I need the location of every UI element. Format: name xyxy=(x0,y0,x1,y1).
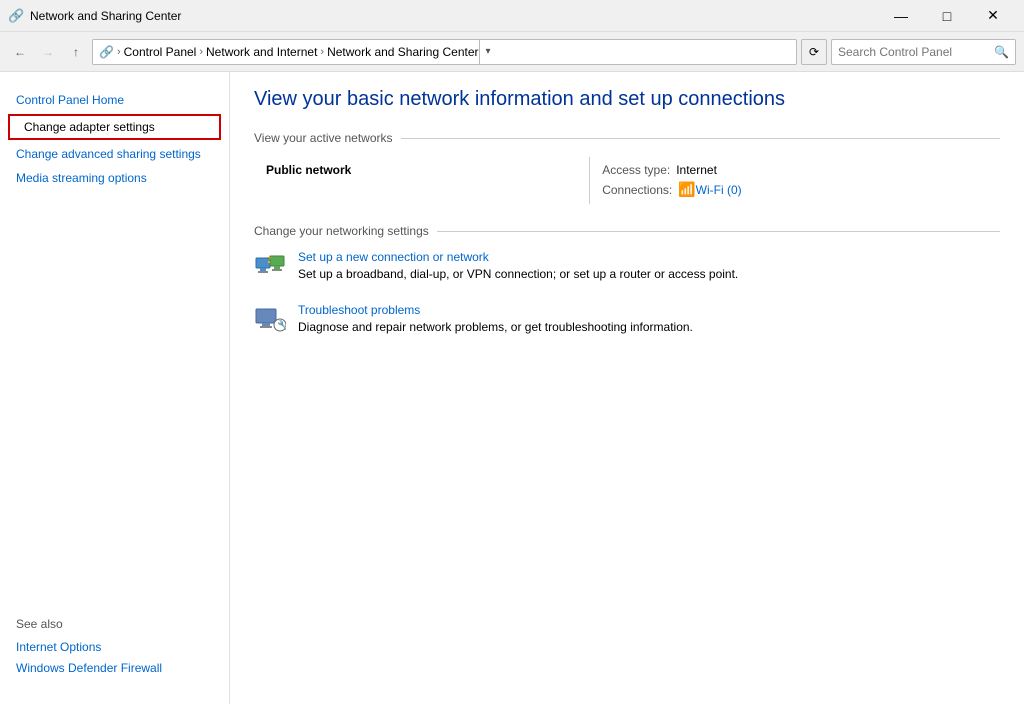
active-networks-header: View your active networks xyxy=(254,131,1000,145)
section-divider xyxy=(401,138,1000,139)
new-connection-desc: Set up a broadband, dial-up, or VPN conn… xyxy=(298,267,738,281)
troubleshoot-link[interactable]: Troubleshoot problems xyxy=(298,303,1000,317)
wifi-link[interactable]: Wi-Fi (0) xyxy=(696,183,742,197)
access-type-value: Internet xyxy=(676,163,717,177)
new-connection-item: + Set up a new connection or network Set… xyxy=(254,250,1000,283)
network-table: Public network Access type: Internet Con… xyxy=(254,157,1000,204)
svg-text:+: + xyxy=(267,253,272,262)
troubleshoot-item: 🔧 Troubleshoot problems Diagnose and rep… xyxy=(254,303,1000,336)
close-button[interactable]: ✕ xyxy=(970,0,1016,32)
new-connection-link[interactable]: Set up a new connection or network xyxy=(298,250,1000,264)
refresh-button[interactable]: ⟳ xyxy=(801,39,827,65)
see-also-internet-options[interactable]: Internet Options xyxy=(16,637,213,659)
maximize-button[interactable]: □ xyxy=(924,0,970,32)
troubleshoot-text: Troubleshoot problems Diagnose and repai… xyxy=(298,303,1000,336)
search-icon: 🔍 xyxy=(994,45,1009,59)
window-controls: — □ ✕ xyxy=(878,0,1016,32)
address-bar: ← → ↑ 🔗 › Control Panel › Network and In… xyxy=(0,32,1024,72)
networking-settings-label: Change your networking settings xyxy=(254,224,429,238)
section-divider-2 xyxy=(437,231,1000,232)
search-input[interactable] xyxy=(838,45,994,59)
address-path: 🔗 › Control Panel › Network and Internet… xyxy=(92,39,797,65)
sidebar-item-change-advanced[interactable]: Change advanced sharing settings xyxy=(0,142,229,166)
path-dropdown-button[interactable]: ▾ xyxy=(479,39,497,65)
up-button[interactable]: ↑ xyxy=(64,40,88,64)
path-icon: 🔗 xyxy=(99,45,114,59)
access-type-label: Access type: xyxy=(602,163,670,177)
window-title: Network and Sharing Center xyxy=(30,9,878,23)
see-also-title: See also xyxy=(16,617,213,631)
troubleshoot-icon: 🔧 xyxy=(254,303,286,335)
see-also-windows-firewall[interactable]: Windows Defender Firewall xyxy=(16,658,213,680)
page-title: View your basic network information and … xyxy=(254,88,1000,111)
sidebar-item-change-adapter[interactable]: Change adapter settings xyxy=(8,114,221,140)
new-connection-icon: + xyxy=(254,250,286,282)
path-network-sharing[interactable]: Network and Sharing Center xyxy=(327,45,478,59)
forward-button[interactable]: → xyxy=(36,40,60,64)
new-connection-text: Set up a new connection or network Set u… xyxy=(298,250,1000,283)
active-networks-label: View your active networks xyxy=(254,131,393,145)
sidebar-item-media-streaming[interactable]: Media streaming options xyxy=(0,166,229,190)
wifi-bars-icon: 📶 xyxy=(678,181,695,198)
app-icon: 🔗 xyxy=(8,8,24,24)
main-container: Control Panel Home Change adapter settin… xyxy=(0,72,1024,704)
path-network-internet[interactable]: Network and Internet xyxy=(206,45,317,59)
connections-label: Connections: xyxy=(602,183,672,197)
troubleshoot-desc: Diagnose and repair network problems, or… xyxy=(298,320,693,334)
see-also-section: See also Internet Options Windows Defend… xyxy=(0,601,229,688)
network-name: Public network xyxy=(266,163,577,177)
content-area: View your basic network information and … xyxy=(230,72,1024,704)
path-control-panel[interactable]: Control Panel xyxy=(124,45,197,59)
search-box: 🔍 xyxy=(831,39,1016,65)
svg-text:🔧: 🔧 xyxy=(277,319,286,332)
networking-settings-header: Change your networking settings xyxy=(254,224,1000,238)
sidebar: Control Panel Home Change adapter settin… xyxy=(0,72,230,704)
back-button[interactable]: ← xyxy=(8,40,32,64)
sidebar-item-control-panel-home[interactable]: Control Panel Home xyxy=(0,88,229,112)
title-bar: 🔗 Network and Sharing Center — □ ✕ xyxy=(0,0,1024,32)
minimize-button[interactable]: — xyxy=(878,0,924,32)
